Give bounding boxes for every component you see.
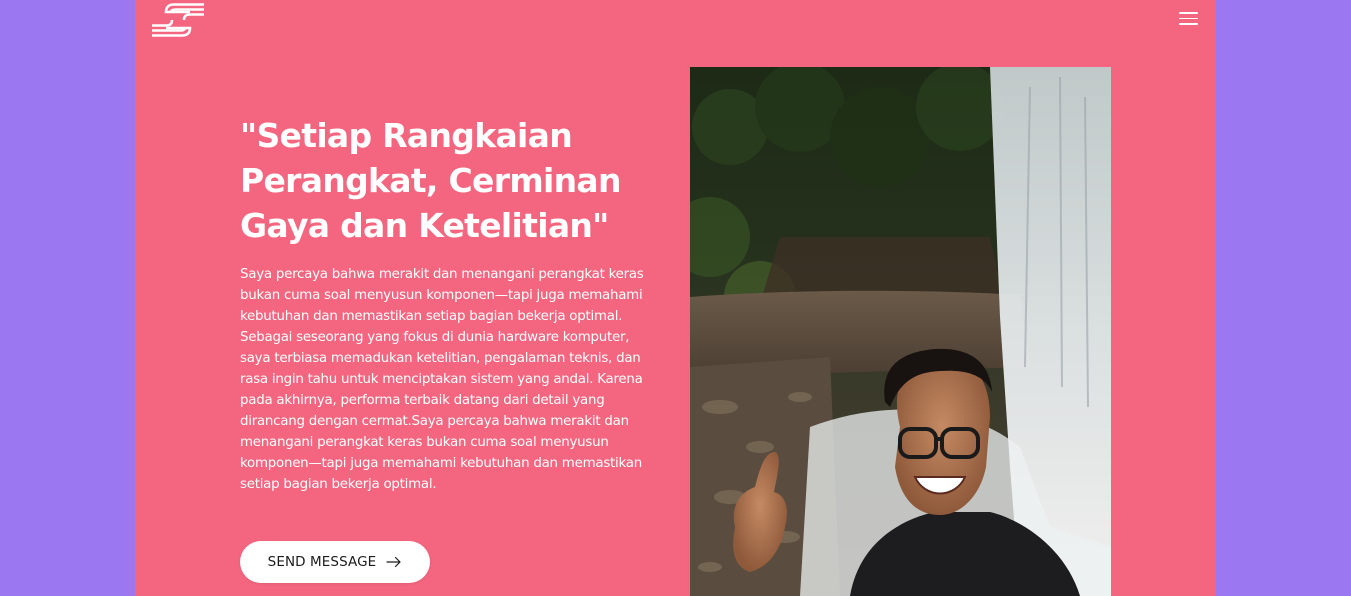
send-message-label: SEND MESSAGE [267,554,377,570]
send-message-button[interactable]: SEND MESSAGE [240,541,430,583]
profile-photo [690,67,1111,596]
page-container: "Setiap Rangkaian Perangkat, Cerminan Ga… [135,0,1216,596]
hamburger-menu-icon[interactable] [1178,10,1200,28]
hero-bio: Saya percaya bahwa merakit dan menangani… [240,267,644,492]
menu-line [1179,17,1198,19]
arrow-right-icon [386,556,401,568]
menu-line [1179,23,1198,25]
hero-headline: "Setiap Rangkaian Perangkat, Cerminan Ga… [240,116,621,245]
brand-logo-icon[interactable] [150,2,206,38]
menu-line [1179,12,1198,14]
